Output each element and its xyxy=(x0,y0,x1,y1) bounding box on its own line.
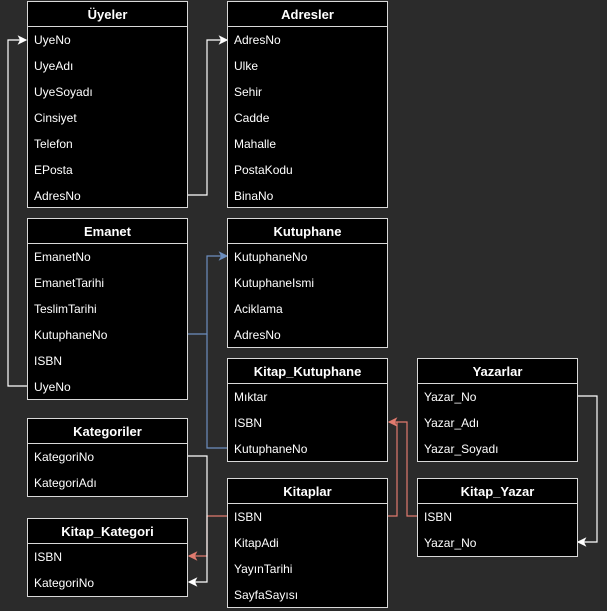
field-row: UyeAdı xyxy=(34,59,74,73)
link-kitapkutuphane-kutuphane xyxy=(206,334,228,449)
entity-kategoriler[interactable]: Kategoriler KategoriNo KategoriAdı xyxy=(27,418,188,497)
link-yazarlar-kitapyazar xyxy=(576,395,598,547)
field-row: SayfaSayısı xyxy=(234,588,299,602)
field-row: KategoriNo xyxy=(34,450,95,464)
entity-title: Kitap_Kutuphane xyxy=(228,359,387,384)
field-row: KutuphaneNo xyxy=(234,442,308,456)
field-row: Yazar_Soyadı xyxy=(424,442,499,456)
field-row: Yazar_No xyxy=(424,390,477,404)
link-kitapyazar-kitapkutuphane xyxy=(397,421,417,517)
entity-title: Kutuphane xyxy=(228,219,387,244)
field-row: Mıktar xyxy=(234,390,268,404)
entity-emanet[interactable]: Emanet EmanetNo EmanetTarihi TeslimTarih… xyxy=(27,218,188,400)
field-row: KutuphaneNo xyxy=(34,328,108,342)
field-row: UyeNo xyxy=(34,380,71,394)
field-row: AdresNo xyxy=(234,33,281,47)
er-diagram-canvas: Üyeler UyeNo UyeAdı UyeSoyadı Cinsiyet T… xyxy=(0,0,607,611)
entity-title: Yazarlar xyxy=(418,359,577,384)
field-row: ISBN xyxy=(234,416,263,430)
entity-kutuphane[interactable]: Kutuphane KutuphaneNo KutuphaneIsmi Acik… xyxy=(227,218,388,348)
entity-title: Kitaplar xyxy=(228,479,387,504)
field-row: Cinsiyet xyxy=(34,111,77,125)
field-row: Cadde xyxy=(234,111,270,125)
field-row: Yazar_Adı xyxy=(424,416,480,430)
entity-title: Emanet xyxy=(28,219,187,244)
field-row: AdresNo xyxy=(34,189,81,203)
entity-title: Üyeler xyxy=(28,2,187,27)
field-row: Ulke xyxy=(234,59,259,73)
field-row: YayınTarihi xyxy=(234,562,293,576)
field-row: Telefon xyxy=(34,137,73,151)
link-kitaplar-kitapkutuphane xyxy=(387,417,398,517)
field-row: Yazar_No xyxy=(424,536,477,550)
field-row: EPosta xyxy=(34,163,73,177)
field-row: AdresNo xyxy=(234,328,281,342)
link-kategoriler-kitapkategori xyxy=(187,455,208,587)
field-row: EmanetNo xyxy=(34,250,91,264)
entity-kitaplar[interactable]: Kitaplar ISBN KitapAdi YayınTarihi Sayfa… xyxy=(227,478,388,608)
entity-yazarlar[interactable]: Yazarlar Yazar_No Yazar_Adı Yazar_Soyadı xyxy=(417,358,578,462)
field-row: ISBN xyxy=(34,354,63,368)
field-row: Mahalle xyxy=(234,137,277,151)
field-row: ISBN xyxy=(424,510,453,524)
entity-title: Kategoriler xyxy=(28,419,187,444)
entity-kitap-kutuphane[interactable]: Kitap_Kutuphane Mıktar ISBN KutuphaneNo xyxy=(227,358,388,462)
field-row: BinaNo xyxy=(234,189,274,203)
entity-uyeler[interactable]: Üyeler UyeNo UyeAdı UyeSoyadı Cinsiyet T… xyxy=(27,1,188,208)
link-emanet-kutuphane xyxy=(187,251,229,335)
entity-title: Adresler xyxy=(228,2,387,27)
entity-adresler[interactable]: Adresler AdresNo Ulke Sehir Cadde Mahall… xyxy=(227,1,388,208)
field-row: EmanetTarihi xyxy=(34,276,105,290)
field-row: ISBN xyxy=(34,550,63,564)
field-row: UyeNo xyxy=(34,33,71,47)
field-row: PostaKodu xyxy=(234,163,293,177)
field-row: UyeSoyadı xyxy=(34,85,93,99)
field-row: KategoriNo xyxy=(34,576,95,590)
field-row: KategoriAdı xyxy=(34,476,97,490)
link-emanet-uyeler xyxy=(7,35,28,387)
field-row: TeslimTarihi xyxy=(34,302,97,316)
link-uyeler-adresler xyxy=(187,35,229,196)
field-row: KutuphaneNo xyxy=(234,250,308,264)
field-row: Aciklama xyxy=(234,302,283,316)
field-row: KitapAdi xyxy=(234,536,279,550)
field-row: KutuphaneIsmi xyxy=(234,276,315,290)
entity-kitap-yazar[interactable]: Kitap_Yazar ISBN Yazar_No xyxy=(417,478,578,557)
entity-title: Kitap_Kategori xyxy=(28,519,187,544)
entity-title: Kitap_Yazar xyxy=(418,479,577,504)
field-row: ISBN xyxy=(234,510,263,524)
field-row: Sehir xyxy=(234,85,263,99)
entity-kitap-kategori[interactable]: Kitap_Kategori ISBN KategoriNo xyxy=(27,518,188,597)
link-kitaplar-kitapkategori xyxy=(187,515,228,561)
